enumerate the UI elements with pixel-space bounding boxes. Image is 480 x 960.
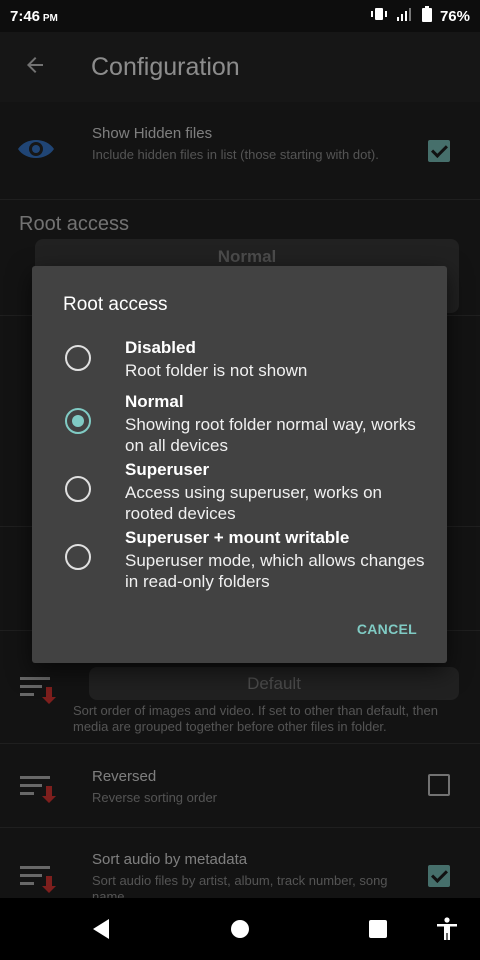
option-normal[interactable]: Normal Showing root folder normal way, w… — [32, 392, 447, 456]
home-circle-icon[interactable] — [227, 916, 253, 942]
dialog-title: Root access — [63, 294, 168, 315]
accessibility-icon[interactable] — [434, 916, 460, 942]
navigation-bar — [0, 898, 480, 960]
option-title: Disabled — [125, 338, 196, 357]
status-bar: 7:46 PM 76% — [0, 0, 480, 32]
status-ampm: PM — [42, 12, 58, 24]
battery-percent: 76% — [439, 7, 470, 25]
cancel-button[interactable]: CANCEL — [357, 621, 417, 637]
recents-square-icon[interactable] — [365, 916, 391, 942]
back-triangle-icon[interactable] — [89, 916, 115, 942]
option-title: Superuser + mount writable — [125, 528, 350, 547]
option-disabled[interactable]: Disabled Root folder is not shown — [32, 338, 447, 382]
radio-disabled[interactable] — [65, 345, 91, 371]
vibrate-icon — [370, 7, 388, 25]
option-subtitle: Root folder is not shown — [125, 361, 308, 380]
option-subtitle: Showing root folder normal way, works on… — [125, 415, 416, 455]
option-subtitle: Access using superuser, works on rooted … — [125, 483, 383, 523]
option-subtitle: Superuser mode, which allows changes in … — [125, 551, 425, 591]
radio-normal[interactable] — [65, 408, 91, 434]
option-superuser[interactable]: Superuser Access using superuser, works … — [32, 460, 447, 524]
option-title: Normal — [125, 392, 184, 411]
radio-superuser[interactable] — [65, 476, 91, 502]
option-title: Superuser — [125, 460, 210, 479]
root-access-dialog: Root access Disabled Root folder is not … — [32, 266, 447, 663]
status-icons: 76% — [370, 6, 470, 26]
battery-icon — [421, 6, 432, 26]
signal-icon — [396, 7, 414, 25]
screen: 7:46 PM 76% Configuration Show Hidden fi… — [0, 0, 480, 960]
radio-superuser-mount-writable[interactable] — [65, 544, 91, 570]
option-superuser-mount-writable[interactable]: Superuser + mount writable Superuser mod… — [32, 528, 447, 592]
status-time: 7:46 PM — [10, 7, 58, 25]
